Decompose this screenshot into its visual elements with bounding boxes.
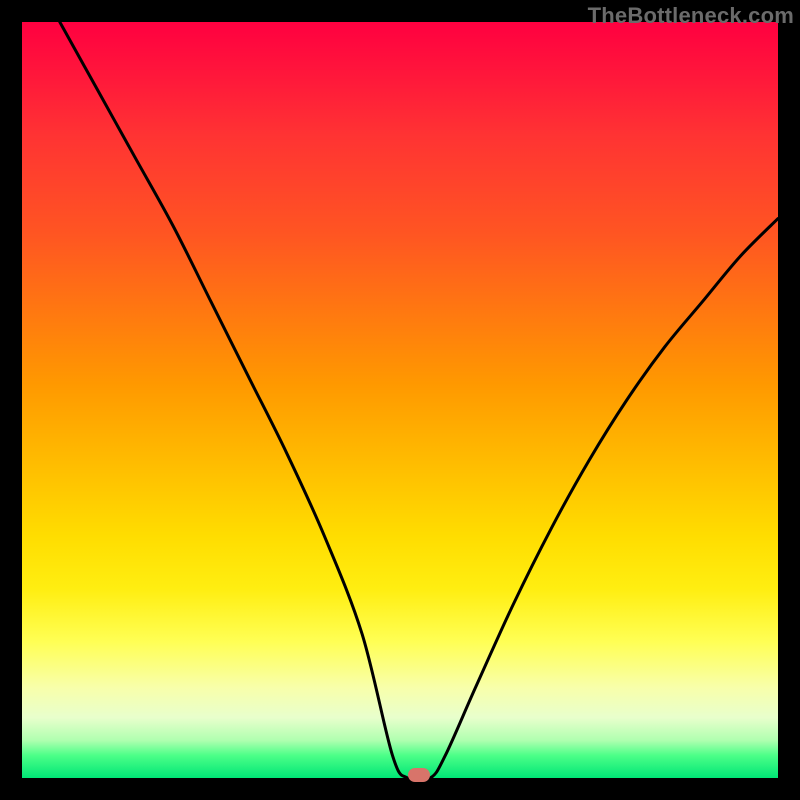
optimal-marker [408, 768, 430, 782]
bottleneck-curve [60, 22, 778, 778]
plot-area [22, 22, 778, 778]
watermark-text: TheBottleneck.com [588, 3, 794, 29]
curve-svg [22, 22, 778, 778]
chart-container: TheBottleneck.com [0, 0, 800, 800]
